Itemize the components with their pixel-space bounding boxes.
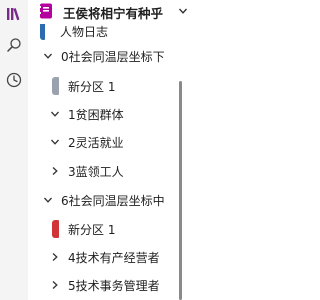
- chevron-down-icon[interactable]: [178, 6, 188, 16]
- section-group-1[interactable]: 6社会同温层坐标中: [28, 186, 178, 214]
- section-label: 4技术有产经营者: [68, 250, 160, 265]
- chevron-down-icon[interactable]: [43, 51, 53, 61]
- section-tab-color: [40, 24, 45, 40]
- left-rail: [0, 0, 28, 300]
- notebook-header[interactable]: 王侯将相宁有种乎: [32, 0, 300, 24]
- section-group-item[interactable]: 3蓝领工人: [28, 157, 178, 185]
- recent-notes-button[interactable]: [4, 70, 24, 90]
- chevron-right-icon[interactable]: [50, 166, 60, 176]
- section-group-label: 0社会同温层坐标下: [61, 49, 165, 64]
- section-item[interactable]: 新分区 1: [28, 215, 178, 243]
- section-group-item[interactable]: 2灵活就业: [28, 128, 178, 156]
- chevron-right-icon[interactable]: [50, 280, 60, 290]
- section-group-item[interactable]: 1贫困群体: [28, 100, 178, 128]
- library-icon: [7, 8, 20, 21]
- chevron-down-icon[interactable]: [43, 195, 53, 205]
- chevron-down-icon[interactable]: [50, 137, 60, 147]
- section-group-item[interactable]: 4技术有产经营者: [28, 243, 178, 271]
- chevron-right-icon[interactable]: [50, 252, 60, 262]
- chevron-down-icon[interactable]: [50, 109, 60, 119]
- notebook-title: 王侯将相宁有种乎: [63, 6, 164, 21]
- section-tab-color: [52, 220, 59, 238]
- section-tree: 人物日志 0社会同温层坐标下 新分区 1 1贫困群体 2灵活就业 3蓝领工人 6…: [28, 24, 188, 300]
- notebooks-library-button[interactable]: [4, 4, 24, 24]
- notebook-icon: [39, 3, 52, 19]
- section-label: 新分区 1: [68, 222, 116, 237]
- search-icon: [7, 38, 21, 52]
- section-label: 人物日志: [60, 24, 109, 39]
- recent-clock-icon: [6, 72, 22, 88]
- search-button[interactable]: [4, 35, 24, 55]
- section-group-item[interactable]: 5技术事务管理者: [28, 271, 178, 299]
- section-group-0[interactable]: 0社会同温层坐标下: [28, 42, 178, 70]
- section-label: 5技术事务管理者: [68, 278, 160, 293]
- section-item-selected[interactable]: 新分区 1: [28, 72, 178, 100]
- scrollbar[interactable]: [179, 81, 182, 300]
- section-label: 3蓝领工人: [68, 164, 124, 179]
- section-label: 2灵活就业: [68, 135, 124, 150]
- section-group-label: 6社会同温层坐标中: [61, 193, 165, 208]
- section-label: 新分区 1: [68, 79, 116, 94]
- section-tab-color: [52, 77, 59, 95]
- section-label: 1贫困群体: [68, 107, 124, 122]
